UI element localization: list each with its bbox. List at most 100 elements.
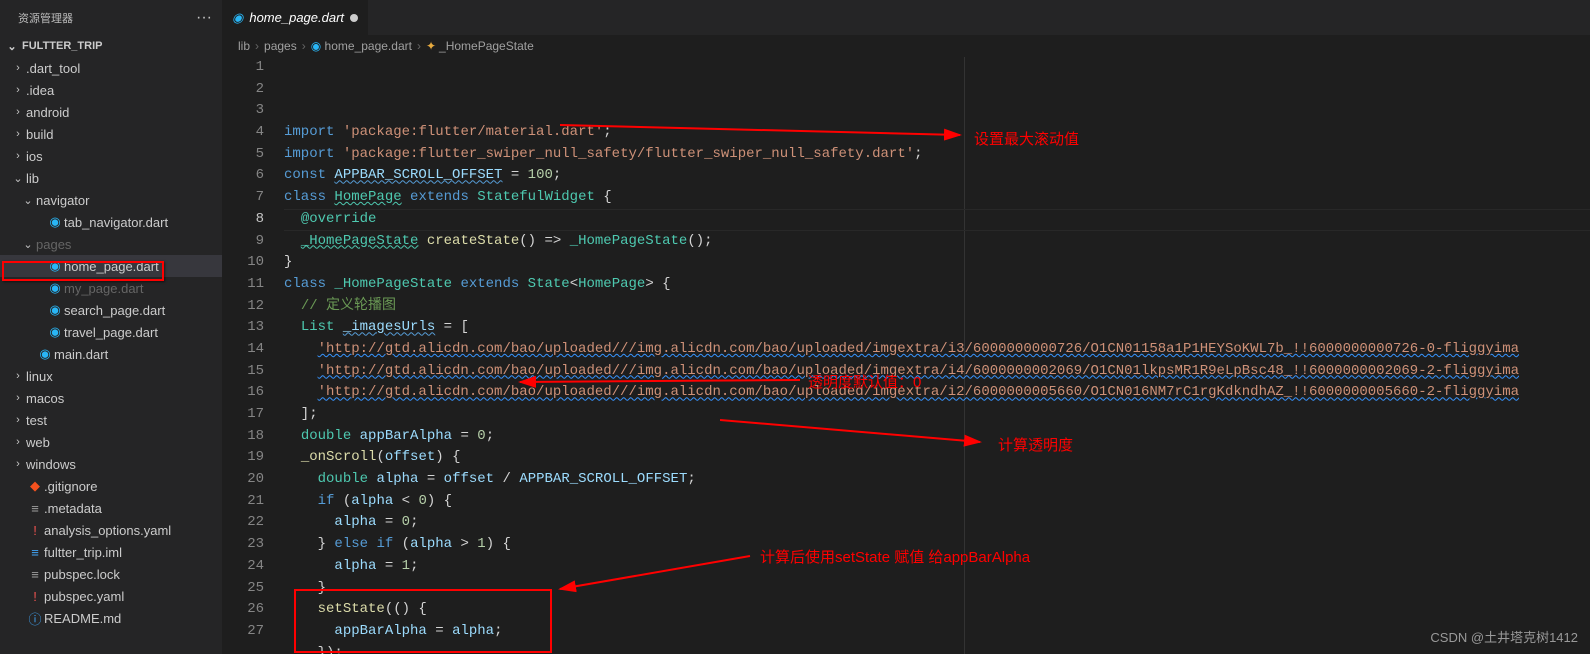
breadcrumb-part[interactable]: home_page.dart xyxy=(325,39,412,53)
tree-folder[interactable]: ›windows xyxy=(0,453,222,475)
tree-file[interactable]: ◆.gitignore xyxy=(0,475,222,497)
code-line[interactable]: }); xyxy=(284,643,1590,654)
tree-folder[interactable]: ⌄lib xyxy=(0,167,222,189)
breadcrumb-symbol[interactable]: _HomePageState xyxy=(439,39,534,53)
tree-item-label: lib xyxy=(26,171,39,186)
code-line[interactable]: 'http://gtd.alicdn.com/bao/uploaded///im… xyxy=(284,361,1590,383)
tree-item-label: windows xyxy=(26,457,76,472)
tree-file[interactable]: ◉my_page.dart xyxy=(0,277,222,299)
breadcrumb-part[interactable]: pages xyxy=(264,39,297,53)
line-number: 12 xyxy=(222,296,264,318)
dart-icon: ◉ xyxy=(46,214,64,230)
code-line[interactable]: @override xyxy=(284,209,1590,231)
code-line[interactable]: const APPBAR_SCROLL_OFFSET = 100; xyxy=(284,165,1590,187)
code-line[interactable]: import 'package:flutter_swiper_null_safe… xyxy=(284,144,1590,166)
tree-folder[interactable]: ›macos xyxy=(0,387,222,409)
code-line[interactable]: class _HomePageState extends State<HomeP… xyxy=(284,274,1590,296)
code-line[interactable]: class HomePage extends StatefulWidget { xyxy=(284,187,1590,209)
tree-item-label: home_page.dart xyxy=(64,259,159,274)
tree-file[interactable]: ≡.metadata xyxy=(0,497,222,519)
tree-file[interactable]: ≡fultter_trip.iml xyxy=(0,541,222,563)
line-number: 10 xyxy=(222,252,264,274)
tree-file[interactable]: !analysis_options.yaml xyxy=(0,519,222,541)
code-line[interactable]: _onScroll(offset) { xyxy=(284,447,1590,469)
chevron-down-icon: ⌄ xyxy=(4,40,20,53)
dart-icon: ◉ xyxy=(232,10,243,26)
code-line[interactable]: // 定义轮播图 xyxy=(284,296,1590,318)
tree-file[interactable]: ◉main.dart xyxy=(0,343,222,365)
code-line[interactable]: _HomePageState createState() => _HomePag… xyxy=(284,231,1590,253)
dart-icon: ◉ xyxy=(311,39,321,53)
tree-file[interactable]: ◉tab_navigator.dart xyxy=(0,211,222,233)
txt-icon: ≡ xyxy=(26,567,44,582)
tree-folder[interactable]: ›linux xyxy=(0,365,222,387)
chevron-down-icon: ⌄ xyxy=(10,172,26,185)
tree-item-label: analysis_options.yaml xyxy=(44,523,171,538)
tree-folder[interactable]: ›test xyxy=(0,409,222,431)
sidebar: 资源管理器 ··· ⌄ FULTTER_TRIP ›.dart_tool›.id… xyxy=(0,0,222,654)
line-number: 27 xyxy=(222,621,264,643)
yaml-icon: ! xyxy=(26,523,44,538)
line-number: 23 xyxy=(222,534,264,556)
code-line[interactable]: if (alpha < 0) { xyxy=(284,491,1590,513)
code-line[interactable]: double appBarAlpha = 0; xyxy=(284,426,1590,448)
tree-file[interactable]: !pubspec.yaml xyxy=(0,585,222,607)
tree-item-label: main.dart xyxy=(54,347,108,362)
line-number: 6 xyxy=(222,165,264,187)
code-line[interactable]: double alpha = offset / APPBAR_SCROLL_OF… xyxy=(284,469,1590,491)
tree-folder[interactable]: ›build xyxy=(0,123,222,145)
chevron-right-icon: › xyxy=(255,39,259,53)
tree-file[interactable]: ◉search_page.dart xyxy=(0,299,222,321)
code-line[interactable]: setState(() { xyxy=(284,599,1590,621)
tree-file[interactable]: ◉travel_page.dart xyxy=(0,321,222,343)
dart-icon: ◉ xyxy=(46,258,64,274)
dart-icon: ◉ xyxy=(46,324,64,340)
tree-file[interactable]: ◉home_page.dart xyxy=(0,255,222,277)
txt-icon: ≡ xyxy=(26,501,44,516)
project-name: FULTTER_TRIP xyxy=(22,40,102,52)
tree-file[interactable]: ⓘREADME.md xyxy=(0,607,222,629)
line-number: 7 xyxy=(222,187,264,209)
tree-folder[interactable]: ⌄pages xyxy=(0,233,222,255)
sidebar-title: 资源管理器 xyxy=(18,10,73,26)
line-number: 25 xyxy=(222,578,264,600)
tree-folder[interactable]: ›.dart_tool xyxy=(0,57,222,79)
tree-folder[interactable]: ›ios xyxy=(0,145,222,167)
chevron-right-icon: › xyxy=(10,84,26,96)
breadcrumb-part[interactable]: lib xyxy=(238,39,250,53)
tree-folder[interactable]: ›android xyxy=(0,101,222,123)
code-line[interactable]: 'http://gtd.alicdn.com/bao/uploaded///im… xyxy=(284,339,1590,361)
tree-item-label: .metadata xyxy=(44,501,102,516)
code-line[interactable]: List _imagesUrls = [ xyxy=(284,317,1590,339)
code-line[interactable]: ]; xyxy=(284,404,1590,426)
tree-item-label: web xyxy=(26,435,50,450)
tab-home-page[interactable]: ◉ home_page.dart xyxy=(222,0,369,35)
tree-file[interactable]: ≡pubspec.lock xyxy=(0,563,222,585)
code-line[interactable]: 'http://gtd.alicdn.com/bao/uploaded///im… xyxy=(284,382,1590,404)
sidebar-header: 资源管理器 ··· xyxy=(0,0,222,35)
code-line[interactable]: appBarAlpha = alpha; xyxy=(284,621,1590,643)
code-line[interactable]: } xyxy=(284,578,1590,600)
tab-label: home_page.dart xyxy=(249,10,344,25)
chevron-right-icon: › xyxy=(10,458,26,470)
code-line[interactable]: } xyxy=(284,252,1590,274)
tree-folder[interactable]: ›.idea xyxy=(0,79,222,101)
tree-folder[interactable]: ›web xyxy=(0,431,222,453)
code-line[interactable]: alpha = 1; xyxy=(284,556,1590,578)
chevron-right-icon: › xyxy=(10,392,26,404)
code-line[interactable]: } else if (alpha > 1) { xyxy=(284,534,1590,556)
tree-folder[interactable]: ⌄navigator xyxy=(0,189,222,211)
code-line[interactable]: import 'package:flutter/material.dart'; xyxy=(284,122,1590,144)
line-number: 9 xyxy=(222,231,264,253)
line-number: 4 xyxy=(222,122,264,144)
tree-item-label: README.md xyxy=(44,611,121,626)
code-line[interactable]: alpha = 0; xyxy=(284,512,1590,534)
line-number: 22 xyxy=(222,512,264,534)
project-header[interactable]: ⌄ FULTTER_TRIP xyxy=(0,35,222,57)
code-editor[interactable]: 1234567891011121314151617181920212223242… xyxy=(222,57,1590,654)
breadcrumb[interactable]: lib › pages › ◉ home_page.dart › ✦ _Home… xyxy=(222,35,1590,57)
tree-item-label: pages xyxy=(36,237,71,252)
code-area[interactable]: import 'package:flutter/material.dart';i… xyxy=(284,57,1590,654)
line-number: 15 xyxy=(222,361,264,383)
more-icon[interactable]: ··· xyxy=(196,9,212,27)
